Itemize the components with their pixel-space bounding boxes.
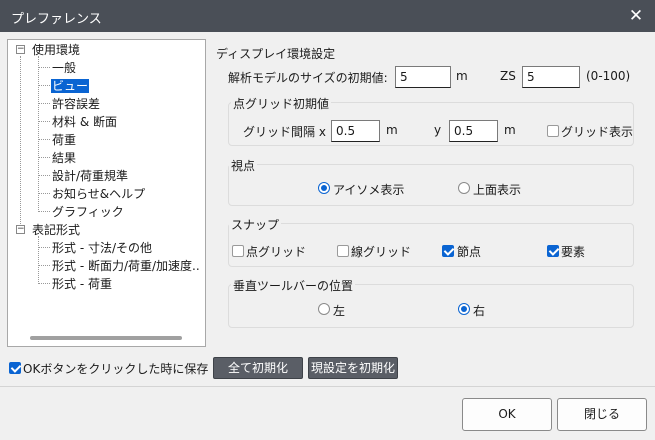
snap-group-title: スナップ <box>229 216 282 233</box>
tree-item-design-code[interactable]: 設計/荷重規準 <box>52 168 128 184</box>
toolbar-right-radio[interactable] <box>458 303 470 315</box>
tree-group-environment[interactable]: 使用環境 <box>32 42 80 58</box>
tree-connector <box>38 56 39 212</box>
tree-item-notice-help[interactable]: お知らせ&ヘルプ <box>52 186 145 202</box>
top-view-radio[interactable] <box>458 182 470 194</box>
grid-y-label: y <box>434 123 442 137</box>
close-icon[interactable]: ✕ <box>625 5 647 27</box>
grid-y-unit: m <box>504 123 516 137</box>
toolbar-left-radio[interactable] <box>318 303 330 315</box>
tree-item-format-load[interactable]: 形式 - 荷重 <box>52 276 112 292</box>
grid-spacing-x-label: グリッド間隔 x : <box>243 125 334 139</box>
viewpoint-group-title: 視点 <box>229 157 258 174</box>
model-size-label: 解析モデルのサイズの初期値: <box>228 71 388 85</box>
title-bar: プレファレンス ✕ <box>0 0 655 32</box>
close-button[interactable]: 閉じる <box>557 398 647 431</box>
tree-item-graphic[interactable]: グラフィック <box>52 204 124 220</box>
tree-connector <box>38 211 50 212</box>
tree-connector <box>38 157 50 158</box>
tree-connector <box>38 175 50 176</box>
tree-item-general[interactable]: 一般 <box>52 60 76 76</box>
display-settings-title: ディスプレイ環境設定 <box>216 47 336 61</box>
snap-node-label: 節点 <box>457 245 482 259</box>
window-title: プレファレンス <box>11 12 102 27</box>
tree-connector <box>38 236 39 284</box>
show-grid-label: グリッド表示 <box>561 125 634 139</box>
snap-element-label: 要素 <box>561 245 586 259</box>
tree-item-format-force[interactable]: 形式 - 断面力/荷重/加速度.. <box>52 258 200 274</box>
top-view-label: 上面表示 <box>473 183 522 197</box>
model-size-input[interactable]: 5 <box>395 66 451 88</box>
collapse-icon[interactable]: − <box>16 225 25 234</box>
snap-element-checkbox[interactable] <box>547 245 559 257</box>
tree-item-load[interactable]: 荷重 <box>52 132 76 148</box>
zs-label: ZS <box>500 69 516 83</box>
model-size-unit: m <box>456 69 468 83</box>
tree-connector <box>38 67 50 68</box>
snap-point-grid-label: 点グリッド <box>246 245 307 259</box>
tree-item-results[interactable]: 結果 <box>52 150 76 166</box>
tree-connector <box>38 85 50 86</box>
viewpoint-group <box>228 164 634 206</box>
reset-all-button[interactable]: 全て初期化 <box>213 357 303 379</box>
grid-spacing-y-input[interactable]: 0.5 <box>449 120 498 142</box>
zs-range: (0-100) <box>586 69 631 83</box>
isometric-label: アイソメ表示 <box>333 183 405 197</box>
tree-group-notation[interactable]: 表記形式 <box>32 222 80 238</box>
tree-connector <box>38 247 50 248</box>
reset-current-button[interactable]: 現設定を初期化 <box>308 357 398 379</box>
collapse-icon[interactable]: − <box>16 45 25 54</box>
tree-connector <box>38 121 50 122</box>
toolbar-right-label: 右 <box>473 304 486 318</box>
zs-input[interactable]: 5 <box>522 66 580 88</box>
toolbar-position-title: 垂直ツールバーの位置 <box>231 277 356 294</box>
grid-spacing-x-input[interactable]: 0.5 <box>331 120 380 142</box>
preference-tree[interactable]: − 使用環境 一般 ビュー 許容誤差 材料 & 断面 荷重 結果 設計/荷重規準… <box>7 39 206 347</box>
tree-connector <box>20 56 21 232</box>
ok-button[interactable]: OK <box>462 398 552 431</box>
isometric-radio[interactable] <box>318 182 330 194</box>
tree-item-material-section[interactable]: 材料 & 断面 <box>52 114 117 130</box>
grid-group-title: 点グリッド初期値 <box>231 95 332 112</box>
tree-item-format-dimension[interactable]: 形式 - 寸法/その他 <box>52 240 152 256</box>
grid-x-unit: m <box>386 123 398 137</box>
tree-connector <box>38 193 50 194</box>
snap-line-grid-label: 線グリッド <box>351 245 412 259</box>
snap-line-grid-checkbox[interactable] <box>337 245 349 257</box>
tree-connector <box>38 103 50 104</box>
save-on-ok-checkbox[interactable] <box>9 362 21 374</box>
tree-connector <box>38 283 50 284</box>
horizontal-scrollbar[interactable] <box>30 336 182 340</box>
toolbar-left-label: 左 <box>333 304 346 318</box>
tree-item-tolerance[interactable]: 許容誤差 <box>52 96 100 112</box>
tree-item-view[interactable]: ビュー <box>51 78 90 94</box>
snap-node-checkbox[interactable] <box>442 245 454 257</box>
snap-point-grid-checkbox[interactable] <box>232 245 244 257</box>
save-on-ok-label: OKボタンをクリックした時に保存 <box>23 362 209 376</box>
show-grid-checkbox[interactable] <box>547 125 559 137</box>
tree-connector <box>38 265 50 266</box>
tree-connector <box>38 139 50 140</box>
tree-item-view-label: ビュー <box>51 79 90 93</box>
